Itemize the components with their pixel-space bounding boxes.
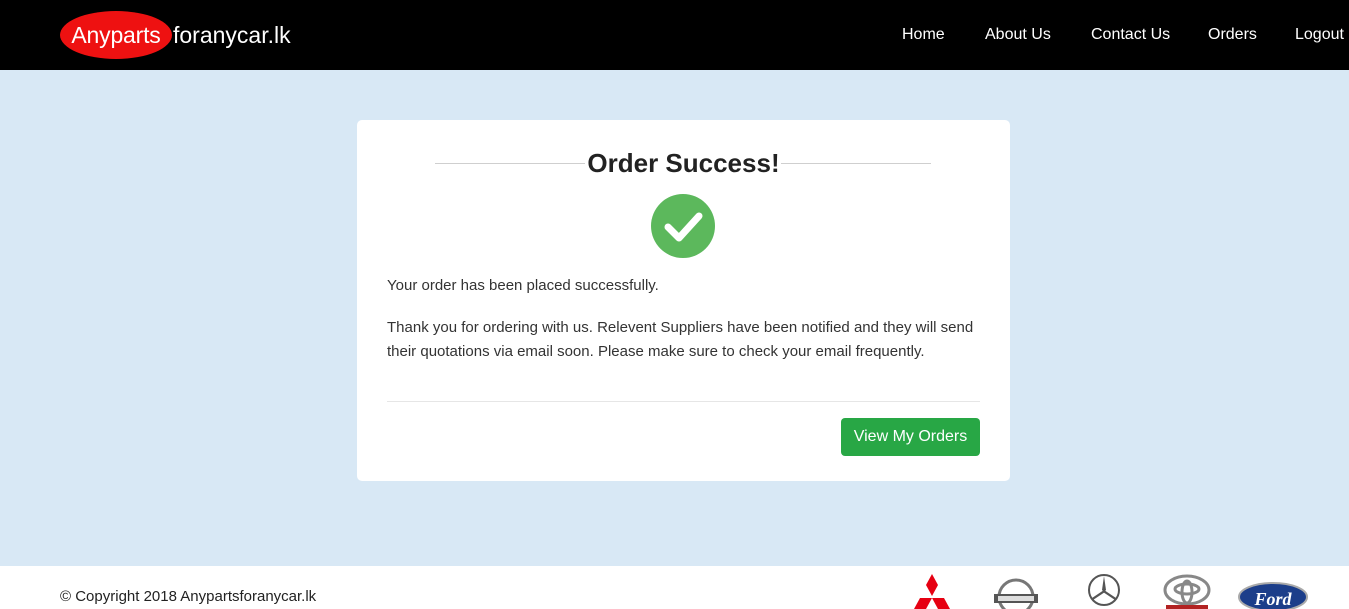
copyright-text: © Copyright 2018 Anypartsforanycar.lk — [60, 588, 317, 605]
brand-logo[interactable]: Anyparts foranycar.lk — [60, 11, 291, 59]
brand-highlight: Anyparts — [60, 11, 172, 59]
brand-name: foranycar.lk — [173, 21, 291, 48]
nav-logout-link[interactable]: Logout — [1295, 25, 1344, 45]
nav-contact-link[interactable]: Contact Us — [1091, 25, 1170, 45]
check-circle-icon — [651, 194, 715, 258]
navbar: Anyparts foranycar.lk Home About Us Cont… — [0, 0, 1349, 70]
view-my-orders-button[interactable]: View My Orders — [841, 418, 980, 456]
toyota-logo — [1163, 574, 1211, 609]
nissan-logo — [994, 578, 1038, 609]
mercedes-logo — [1088, 574, 1120, 606]
mitsubishi-logo — [914, 574, 950, 609]
ford-logo: Ford — [1238, 582, 1308, 609]
card-title: Order Success! — [587, 148, 780, 178]
card-divider — [387, 401, 980, 402]
success-message: Your order has been placed successfully. — [387, 277, 659, 294]
details-message: Thank you for ordering with us. Relevent… — [387, 319, 974, 360]
nav-home-link[interactable]: Home — [902, 25, 945, 45]
order-success-card: Order Success! Your order has been place… — [357, 120, 1010, 481]
nav-orders-link[interactable]: Orders — [1208, 25, 1257, 45]
footer: © Copyright 2018 Anypartsforanycar.lk Fo… — [0, 566, 1349, 609]
svg-text:Ford: Ford — [1253, 589, 1292, 609]
nav-about-link[interactable]: About Us — [985, 25, 1051, 45]
